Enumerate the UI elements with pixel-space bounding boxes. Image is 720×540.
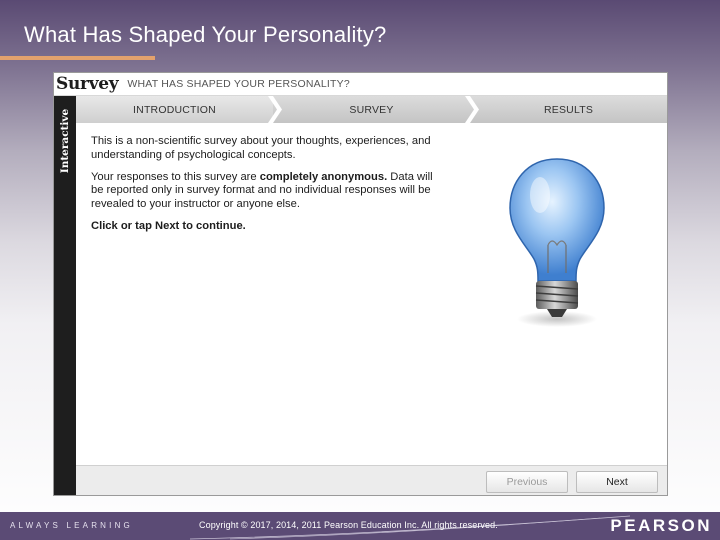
chevron-right-icon xyxy=(268,96,282,123)
chevron-right-icon xyxy=(465,96,479,123)
pearson-logo: PEARSON xyxy=(610,516,712,535)
always-learning-tagline: ALWAYS LEARNING xyxy=(10,521,133,530)
light-bulb-icon xyxy=(509,158,605,327)
interactive-label: Interactive xyxy=(59,108,71,174)
survey-header: Survey WHAT HAS SHAPED YOUR PERSONALITY? xyxy=(54,73,667,96)
step-survey[interactable]: SURVEY xyxy=(273,96,479,123)
footer-bar: ALWAYS LEARNING Copyright © 2017, 2014, … xyxy=(0,512,720,540)
anonymity-emphasis: completely anonymous. xyxy=(259,170,388,183)
step-label: INTRODUCTION xyxy=(133,103,216,116)
slide-title: What Has Shaped Your Personality? xyxy=(24,22,387,47)
previous-button[interactable]: Previous xyxy=(486,471,568,493)
copyright-text: Copyright © 2017, 2014, 2011 Pearson Edu… xyxy=(199,520,498,530)
intro-text: This is a non-scientific survey about yo… xyxy=(91,135,441,242)
intro-paragraph: This is a non-scientific survey about yo… xyxy=(91,135,431,161)
step-label: RESULTS xyxy=(543,103,594,116)
progress-steps: INTRODUCTION SURVEY RESULTS xyxy=(76,96,667,123)
title-underline xyxy=(0,56,155,60)
step-label: SURVEY xyxy=(349,103,394,116)
survey-logo: Survey xyxy=(56,74,119,94)
anonymity-paragraph: Your responses to this survey are comple… xyxy=(91,170,433,211)
continue-instruction: Click or tap Next to continue. xyxy=(91,219,246,232)
step-introduction[interactable]: INTRODUCTION xyxy=(76,96,282,123)
navigation-bar: Previous Next xyxy=(76,465,667,495)
survey-window: Survey WHAT HAS SHAPED YOUR PERSONALITY?… xyxy=(53,72,668,496)
survey-subtitle: WHAT HAS SHAPED YOUR PERSONALITY? xyxy=(127,78,350,90)
step-results[interactable]: RESULTS xyxy=(470,96,667,123)
next-button[interactable]: Next xyxy=(576,471,658,493)
